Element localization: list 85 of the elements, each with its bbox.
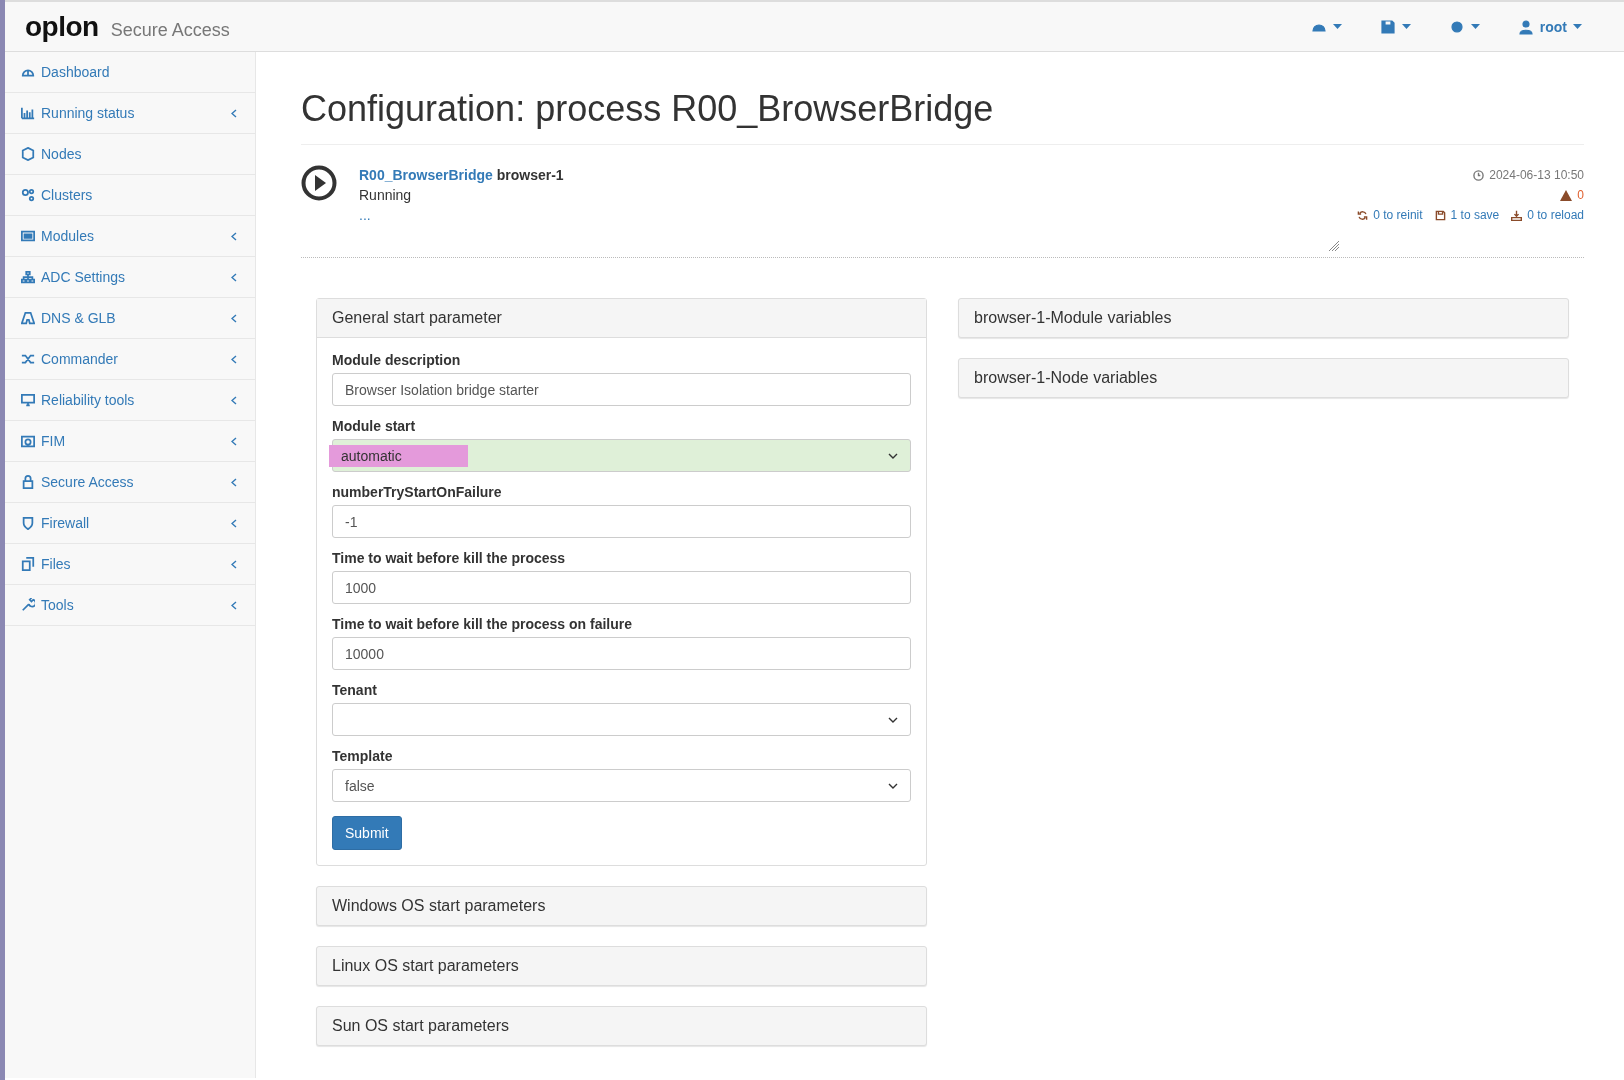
refresh-icon (1357, 209, 1369, 221)
submit-button[interactable]: Submit (332, 816, 402, 850)
product-name: Secure Access (110, 19, 230, 41)
select-field[interactable]: automatic (332, 439, 911, 472)
chevron-icon (231, 354, 237, 364)
wrench-icon (21, 598, 35, 612)
reinit-link[interactable]: 0 to reinit (1357, 205, 1423, 225)
instance-name: browser-1 (496, 167, 564, 183)
field-label: Module start (332, 418, 417, 435)
collapsed-panel[interactable]: browser-1-Module variables (958, 298, 1569, 338)
sidebar-item[interactable]: Tools (5, 585, 255, 626)
warning-icon (1560, 189, 1573, 201)
sidebar-item[interactable]: Modules (5, 216, 255, 257)
page-title: Configuration: process R00_BrowserBridge (301, 88, 1584, 145)
caret-icon (1470, 23, 1480, 30)
caret-icon (1573, 23, 1582, 30)
input-field[interactable]: -1 (332, 505, 911, 538)
sitemap-icon (21, 270, 35, 284)
sidebar-item[interactable]: FIM (5, 421, 255, 462)
chevron-icon (231, 436, 237, 446)
user-menu[interactable]: root (1511, 14, 1588, 39)
sidebar-item[interactable]: Dashboard (5, 52, 255, 93)
warning-count: 0 (1577, 187, 1584, 204)
save-link[interactable]: 1 to save (1434, 205, 1500, 225)
sidebar-item[interactable]: Commander (5, 339, 255, 380)
shuffle-icon (21, 352, 35, 366)
field-label: numberTryStartOnFailure (332, 484, 503, 501)
play-icon (301, 165, 337, 201)
chevron-icon (231, 272, 237, 282)
clock-icon (1473, 169, 1485, 181)
sidebar-item[interactable]: Firewall (5, 503, 255, 544)
chevron-icon (231, 313, 237, 323)
chevron-down-icon (888, 452, 898, 459)
process-status: Running (359, 186, 413, 205)
process-note: ... (359, 206, 372, 225)
field-label: Module description (332, 352, 462, 369)
sidebar-item[interactable]: Nodes (5, 134, 255, 175)
shield-icon (21, 516, 35, 530)
sidebar-item[interactable]: Running status (5, 93, 255, 134)
chevron-down-icon (888, 716, 898, 723)
collapsed-panel[interactable]: Linux OS start parameters (316, 946, 927, 986)
caret-icon (1401, 23, 1411, 30)
camera-icon (21, 434, 35, 448)
sidebar-item[interactable]: Secure Access (5, 462, 255, 503)
collapsed-panel[interactable]: Windows OS start parameters (316, 886, 927, 926)
gears-icon (21, 188, 35, 202)
timestamp: 2024-06-13 10:50 (1489, 167, 1584, 184)
select-field[interactable] (332, 703, 911, 736)
logo: oplon (25, 10, 99, 43)
reload-link[interactable]: 0 to reload (1511, 205, 1584, 225)
process-link[interactable]: R00_BrowserBridge (359, 167, 493, 183)
collapsed-panel[interactable]: browser-1-Node variables (958, 358, 1569, 398)
sidebar-item[interactable]: ADC Settings (5, 257, 255, 298)
sidebar-item[interactable]: DNS & GLB (5, 298, 255, 339)
download-icon (1511, 209, 1523, 221)
field-label: Time to wait before kill the process on failure (332, 616, 634, 633)
chevron-icon (231, 231, 237, 241)
sidebar-item[interactable]: Files (5, 544, 255, 585)
chevron-icon (231, 395, 237, 405)
chevron-icon (231, 559, 237, 569)
input-field[interactable]: 10000 (332, 637, 911, 670)
collapsed-panel[interactable]: Sun OS start parameters (316, 1006, 927, 1046)
chevron-icon (231, 600, 237, 610)
panel-title[interactable]: General start parameter (317, 299, 926, 338)
resize-grip-icon (1329, 241, 1339, 251)
monitor-icon (21, 393, 35, 407)
chevron-icon (231, 108, 237, 118)
caret-icon (1332, 23, 1342, 30)
road-icon (21, 311, 35, 325)
bar-chart-icon (21, 106, 35, 120)
chevron-icon (231, 518, 237, 528)
lock-icon (21, 475, 35, 489)
list-icon (21, 229, 35, 243)
chevron-icon (231, 477, 237, 487)
chevron-down-icon (888, 782, 898, 789)
input-field[interactable]: 1000 (332, 571, 911, 604)
sidebar-item[interactable]: Clusters (5, 175, 255, 216)
field-label: Template (332, 748, 394, 765)
field-label: Time to wait before kill the process (332, 550, 567, 567)
sidebar-item[interactable]: Reliability tools (5, 380, 255, 421)
select-field[interactable]: false (332, 769, 911, 802)
input-field[interactable]: Browser Isolation bridge starter (332, 373, 911, 406)
field-label: Tenant (332, 682, 378, 699)
user-icon (1517, 18, 1534, 35)
files-icon (21, 557, 35, 571)
